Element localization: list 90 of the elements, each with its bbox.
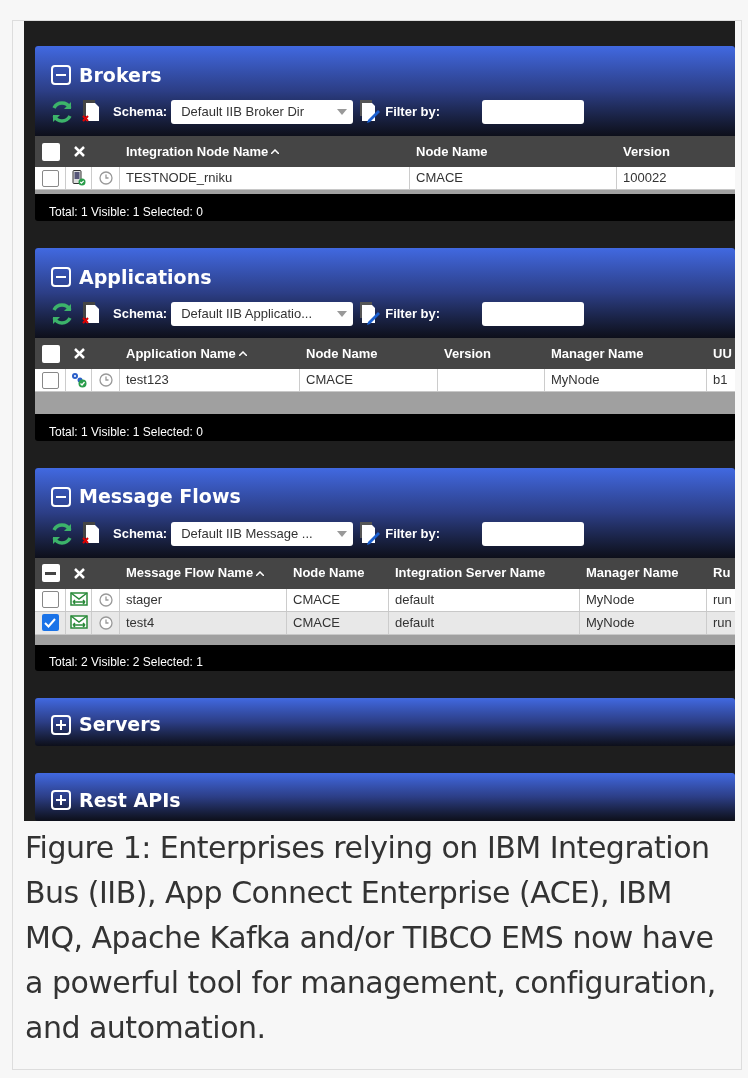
expand-icon[interactable] (51, 714, 71, 735)
collapse-icon[interactable] (51, 267, 71, 288)
clock-icon (98, 615, 113, 630)
figure-caption: Figure 1: Enterprises relying on IBM Integration Bus (IIB), App Connect Enterprise (ACE), IBM MQ, Apache Kafka and/or TIBCO EMS now have a powerful tool for management, configuration, and automation. (24, 829, 717, 1047)
table-cell-text: CMACE (293, 613, 340, 632)
checkbox[interactable] (41, 591, 59, 609)
check-icon (44, 617, 56, 628)
column-header[interactable]: Manager Name (586, 563, 679, 583)
schema-dropdown[interactable]: Default IIB Message ... (171, 521, 354, 546)
schema-label: Schema: (113, 524, 168, 543)
table-cell-text: run (713, 613, 732, 632)
table-cell-text: default (395, 590, 435, 609)
envelope-arrows-icon (69, 615, 88, 631)
table-cell-text: b1 (713, 371, 728, 390)
gears-check-icon (69, 372, 88, 389)
header-checkbox[interactable] (41, 142, 60, 161)
table-cell-text: TESTNODE_rniku (126, 169, 233, 188)
table-cell-text: MyNode (586, 590, 635, 609)
panel-title: Message Flows (79, 484, 241, 510)
clock-icon (98, 373, 113, 388)
filter-label: Filter by: (385, 524, 441, 543)
column-header[interactable]: Message Flow Name (126, 563, 254, 583)
table-cell-text: CMACE (306, 371, 353, 390)
checkbox[interactable] (41, 371, 59, 389)
panel-header[interactable]: Servers (35, 697, 735, 746)
table-cell-text: MyNode (586, 613, 635, 632)
clock-icon (98, 171, 113, 185)
collapse-icon[interactable] (51, 486, 71, 507)
column-header[interactable]: Manager Name (551, 343, 644, 364)
horizontal-scrollbar[interactable] (35, 392, 735, 415)
table-cell-text: MyNode (551, 371, 600, 390)
table-cell-text: CMACE (293, 590, 340, 609)
device-check-icon (71, 170, 86, 186)
schema-dropdown[interactable]: Default IIB Applicatio... (171, 302, 354, 327)
table-row[interactable]: TESTNODE_rniku CMACE 100022 (35, 167, 735, 190)
column-header[interactable]: Version (444, 343, 491, 364)
panel-title: Servers (79, 712, 161, 738)
filter-field[interactable] (482, 302, 585, 327)
column-header[interactable]: Ru (713, 563, 731, 583)
table-cell-text: test4 (126, 613, 155, 632)
column-header[interactable]: Node Name (306, 343, 378, 364)
edit-document-icon[interactable] (359, 520, 382, 547)
table-cell-text: test123 (126, 371, 169, 390)
table-row[interactable]: stager CMACE default MyNode run (35, 588, 735, 612)
filter-label: Filter by: (385, 103, 441, 122)
checkbox[interactable] (41, 614, 59, 632)
status-text: Total: 1 Visible: 1 Selected: 0 (49, 203, 203, 221)
filter-field[interactable] (482, 521, 585, 546)
column-header[interactable]: Integration Node Name (126, 141, 269, 162)
caret-icon (337, 311, 348, 318)
table-row[interactable]: test123 CMACE MyNode b1 (35, 369, 735, 393)
filter-label: Filter by: (385, 305, 441, 324)
panel-title: Applications (79, 264, 212, 290)
clock-icon (98, 592, 113, 607)
caret-icon (337, 109, 348, 115)
column-header[interactable]: Node Name (416, 141, 488, 162)
table-cell-text: 100022 (623, 169, 667, 188)
column-header[interactable]: Version (623, 141, 670, 162)
panel-title: Brokers (79, 62, 162, 88)
table-cell-text: run (713, 590, 732, 609)
schema-label: Schema: (113, 305, 168, 324)
schema-dropdown[interactable]: Default IIB Broker Dir (171, 100, 354, 124)
column-header[interactable]: Node Name (293, 563, 365, 583)
header-checkbox[interactable] (41, 344, 60, 363)
table-cell-text: default (395, 613, 435, 632)
column-header[interactable]: Integration Server Name (395, 563, 546, 583)
panel-title: Rest APIs (79, 787, 181, 813)
horizontal-scrollbar[interactable] (35, 190, 735, 194)
table-row[interactable]: test4 CMACE default MyNode run (35, 611, 735, 635)
close-icon[interactable] (73, 567, 85, 579)
table-cell-text: CMACE (416, 169, 463, 188)
edit-document-icon[interactable] (359, 99, 382, 125)
horizontal-scrollbar[interactable] (35, 634, 735, 645)
expand-icon[interactable] (51, 789, 71, 810)
status-text: Total: 2 Visible: 2 Selected: 1 (49, 654, 203, 671)
close-icon[interactable] (73, 348, 85, 360)
table-cell-text: stager (126, 590, 163, 609)
envelope-arrows-icon (69, 592, 88, 608)
caret-icon (337, 530, 348, 537)
collapse-icon[interactable] (51, 65, 71, 85)
close-icon[interactable] (73, 146, 85, 157)
header-checkbox[interactable] (41, 564, 60, 583)
column-header[interactable]: UU (713, 343, 732, 364)
status-text: Total: 1 Visible: 1 Selected: 0 (49, 423, 203, 441)
schema-label: Schema: (113, 103, 168, 122)
column-header[interactable]: Application Name (126, 343, 236, 364)
filter-field[interactable] (482, 100, 585, 124)
checkbox[interactable] (41, 169, 59, 187)
edit-document-icon[interactable] (359, 301, 382, 328)
panel-header[interactable]: Rest APIs (35, 772, 735, 821)
